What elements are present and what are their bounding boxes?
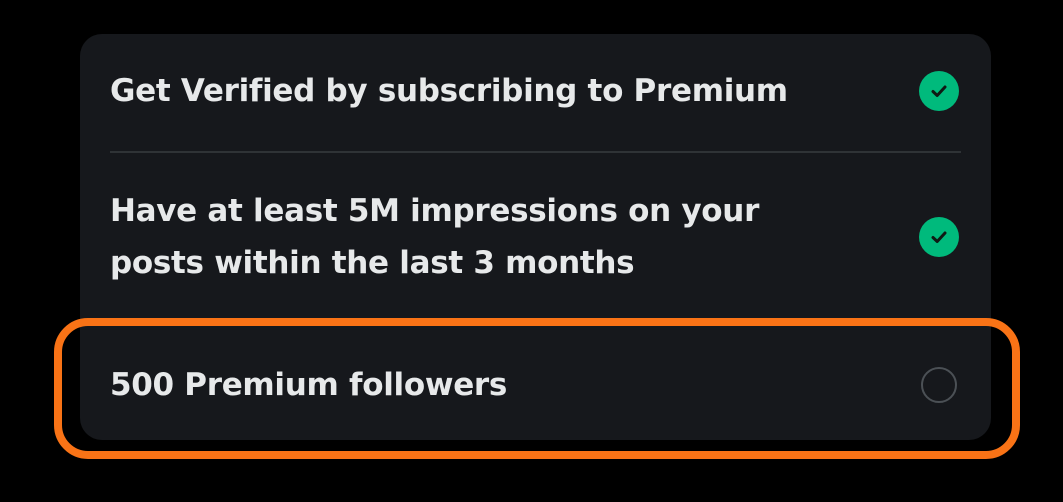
requirement-label: Get Verified by subscribing to Premium [110,73,788,109]
check-circle-icon [919,217,959,257]
requirement-label: Have at least 5M impressions on your pos… [110,193,760,281]
empty-circle-icon [921,367,957,403]
requirement-premium-followers: 500 Premium followers [80,352,991,418]
requirements-card: Get Verified by subscribing to Premium H… [80,34,991,440]
requirement-impressions: Have at least 5M impressions on your pos… [80,184,991,290]
requirement-verified: Get Verified by subscribing to Premium [80,56,991,126]
requirement-label: 500 Premium followers [110,367,508,403]
check-circle-icon [919,71,959,111]
divider [110,151,961,153]
